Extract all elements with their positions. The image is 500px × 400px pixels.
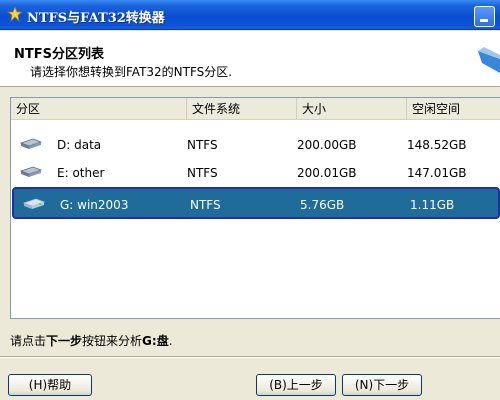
partition-size: 5.76GB bbox=[300, 198, 345, 212]
help-button[interactable]: (H)帮助 bbox=[8, 374, 92, 396]
partition-name: E: other bbox=[57, 166, 105, 180]
list-header: 分区 文件系统 大小 空闲空间 bbox=[11, 98, 500, 120]
column-header-size[interactable]: 大小 bbox=[297, 98, 407, 120]
partition-name: G: win2003 bbox=[60, 198, 129, 212]
partition-free-space: 147.01GB bbox=[407, 166, 467, 180]
column-header-free-space[interactable]: 空闲空间 bbox=[407, 98, 500, 120]
partition-filesystem: NTFS bbox=[190, 198, 221, 212]
header-graphic-icon bbox=[478, 47, 500, 73]
partition-filesystem: NTFS bbox=[187, 138, 218, 152]
status-text-next: 下一步 bbox=[46, 334, 83, 348]
status-text-middle: 按钮来分析 bbox=[82, 334, 143, 348]
table-row[interactable]: D: data NTFS 200.00GB 148.52GB bbox=[11, 131, 499, 159]
window-title: NTFS与FAT32转换器 bbox=[27, 11, 165, 26]
partition-size: 200.01GB bbox=[297, 166, 357, 180]
next-button[interactable]: (N)下一步 bbox=[342, 374, 422, 396]
minimize-button[interactable] bbox=[474, 6, 495, 27]
column-header-partition[interactable]: 分区 bbox=[11, 98, 187, 120]
title-bar[interactable]: NTFS与FAT32转换器 bbox=[0, 0, 500, 30]
status-text-drive: G:盘 bbox=[142, 334, 169, 348]
partition-size: 200.00GB bbox=[297, 138, 357, 152]
table-row[interactable]: E: other NTFS 200.01GB 147.01GB bbox=[11, 159, 499, 187]
status-text-suffix: . bbox=[168, 334, 173, 348]
partition-free-space: 1.11GB bbox=[410, 198, 455, 212]
table-row-selected[interactable]: G: win2003 NTFS 5.76GB 1.11GB bbox=[12, 187, 500, 219]
hard-drive-icon bbox=[22, 198, 46, 209]
partition-name: D: data bbox=[57, 138, 102, 152]
status-text-prefix: 请点击 bbox=[10, 334, 47, 348]
partition-free-space: 148.52GB bbox=[407, 138, 467, 152]
hard-drive-icon bbox=[19, 138, 43, 149]
app-icon bbox=[7, 6, 23, 22]
back-button[interactable]: (B)上一步 bbox=[256, 374, 336, 396]
hard-drive-icon bbox=[19, 166, 43, 177]
page-subtitle: 请选择你想转换到FAT32的NTFS分区. bbox=[30, 65, 233, 79]
page-title: NTFS分区列表 bbox=[14, 47, 104, 62]
partition-filesystem: NTFS bbox=[187, 166, 218, 180]
status-message: 请点击下一步按钮来分析G:盘. bbox=[10, 332, 173, 349]
partition-list[interactable]: 分区 文件系统 大小 空闲空间 D: data NTFS 200.00GB 14… bbox=[10, 97, 500, 319]
divider bbox=[0, 356, 500, 358]
column-header-filesystem[interactable]: 文件系统 bbox=[187, 98, 297, 120]
wizard-header: NTFS分区列表 请选择你想转换到FAT32的NTFS分区. bbox=[0, 31, 500, 87]
